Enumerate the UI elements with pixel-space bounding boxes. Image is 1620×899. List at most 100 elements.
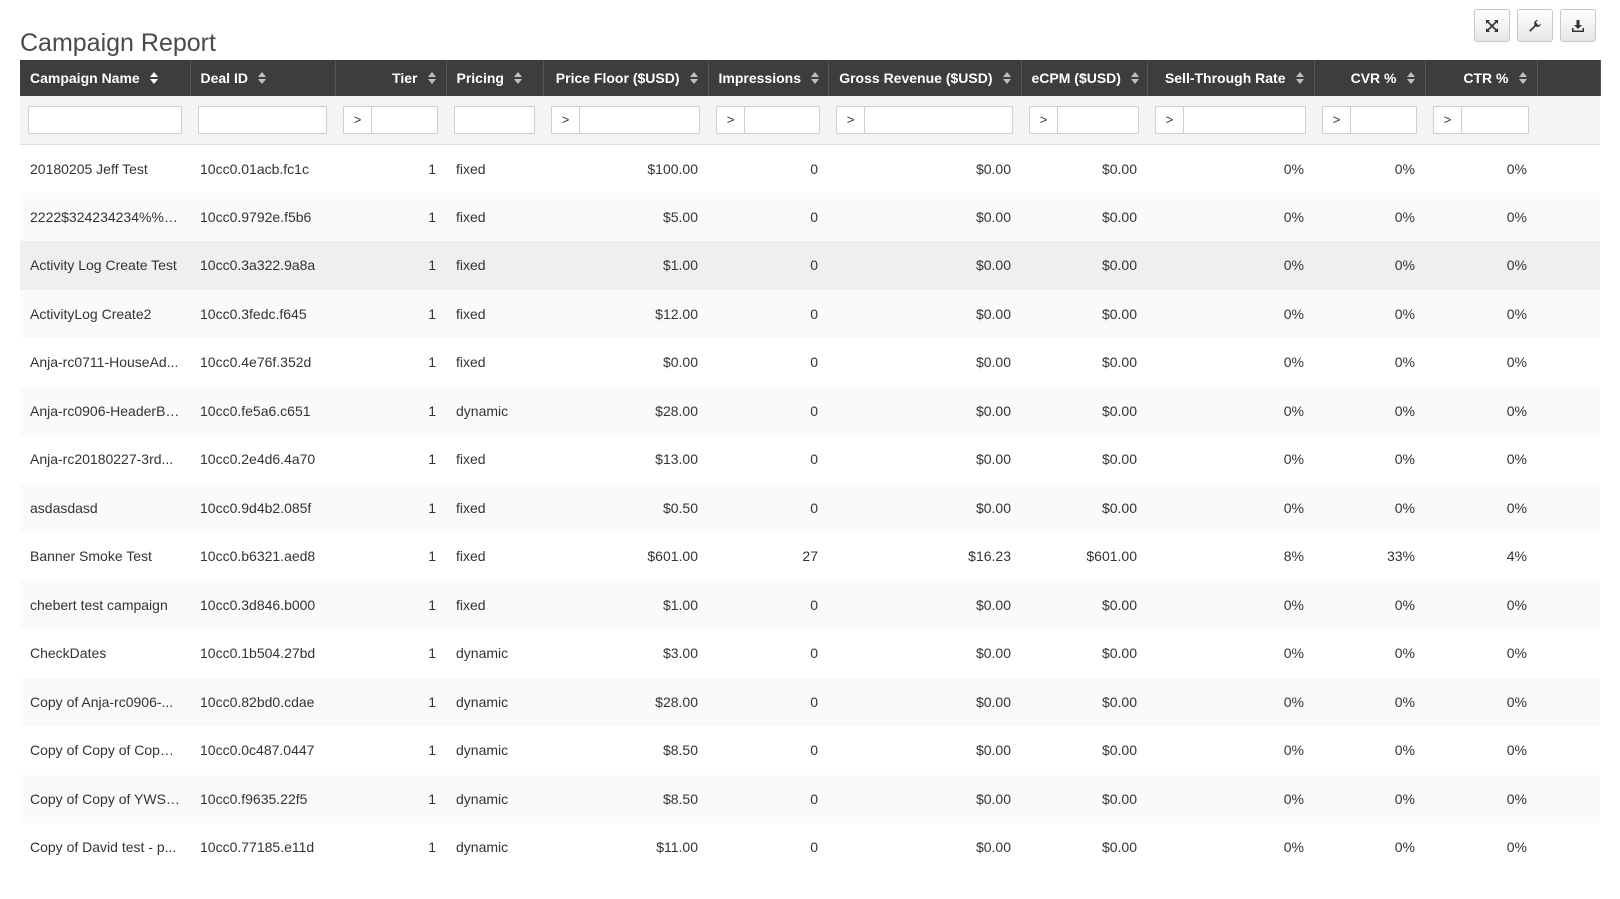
filter-cell bbox=[20, 96, 190, 145]
filter-input-impressions[interactable] bbox=[744, 105, 820, 134]
sort-icon[interactable] bbox=[1130, 72, 1139, 85]
cell-deal-id: 10cc0.1b504.27bd bbox=[190, 629, 335, 678]
cell-gross-revenue-usd: $0.00 bbox=[828, 338, 1021, 387]
table-row[interactable]: Banner Smoke Test 10cc0.b6321.aed8 1 fixed $… bbox=[20, 532, 1600, 581]
sort-icon[interactable] bbox=[1295, 72, 1304, 85]
sort-icon[interactable] bbox=[427, 72, 436, 85]
filter-input-pricing[interactable] bbox=[454, 105, 535, 134]
filter-input-price-floor-usd[interactable] bbox=[579, 105, 700, 134]
sort-icon[interactable] bbox=[1002, 72, 1011, 85]
table-row[interactable]: Copy of Copy of YWS-... 10cc0.f9635.22f5 1… bbox=[20, 774, 1600, 823]
fullscreen-button[interactable] bbox=[1474, 9, 1510, 42]
column-header-label: eCPM ($USD) bbox=[1031, 70, 1121, 86]
filter-operator-button[interactable]: > bbox=[716, 105, 744, 134]
row-filler bbox=[1537, 241, 1600, 290]
table-row[interactable]: chebert test campaign 10cc0.3d846.b000 1 fi… bbox=[20, 580, 1600, 629]
filter-input-cvr[interactable] bbox=[1350, 105, 1417, 134]
column-header-cvr[interactable]: CVR % bbox=[1314, 60, 1426, 96]
filter-input-tier[interactable] bbox=[371, 105, 438, 134]
column-header-gross-revenue-usd[interactable]: Gross Revenue ($USD) bbox=[828, 60, 1022, 96]
cell-impressions: 0 bbox=[708, 629, 828, 678]
filter-input-ecpm-usd[interactable] bbox=[1057, 105, 1139, 134]
table-row[interactable]: Copy of Anja-rc0906-... 10cc0.82bd0.cdae 1… bbox=[20, 677, 1600, 726]
sort-icon[interactable] bbox=[689, 72, 698, 85]
column-header-tier[interactable]: Tier bbox=[335, 60, 447, 96]
sort-icon[interactable] bbox=[1406, 72, 1415, 85]
sort-icon[interactable] bbox=[810, 72, 819, 85]
cell-pricing: fixed bbox=[446, 241, 543, 290]
row-filler bbox=[1537, 386, 1600, 435]
filter-input-ctr[interactable] bbox=[1461, 105, 1529, 134]
download-button[interactable] bbox=[1560, 9, 1596, 42]
header-filler bbox=[1537, 60, 1601, 96]
column-header-pricing[interactable]: Pricing bbox=[446, 60, 544, 96]
table-row[interactable]: Activity Log Create Test 10cc0.3a322.9a8a… bbox=[20, 241, 1600, 290]
table-row[interactable]: ActivityLog Create2 10cc0.3fedc.f645 1 fixe… bbox=[20, 289, 1600, 338]
filter-cell: > bbox=[1021, 96, 1147, 145]
cell-deal-id: 10cc0.4e76f.352d bbox=[190, 338, 335, 387]
column-header-label: Deal ID bbox=[200, 70, 248, 86]
cell-price-floor-usd: $8.50 bbox=[543, 774, 708, 823]
column-header-sell-through-rate[interactable]: Sell-Through Rate bbox=[1147, 60, 1315, 96]
cell-sell-through-rate: 0% bbox=[1147, 629, 1314, 678]
cell-cvr: 0% bbox=[1314, 629, 1425, 678]
filter-input-deal-id[interactable] bbox=[198, 105, 327, 134]
cell-impressions: 0 bbox=[708, 823, 828, 872]
table-row[interactable]: Copy of David test - p... 10cc0.77185.e11… bbox=[20, 823, 1600, 872]
cell-campaign-name: asdasdasd bbox=[20, 483, 190, 532]
table-row[interactable]: Copy of Copy of Copy ... 10cc0.0c487.0447… bbox=[20, 726, 1600, 775]
table-row[interactable]: Anja-rc20180227-3rd... 10cc0.2e4d6.4a70 1 f… bbox=[20, 435, 1600, 484]
table-row[interactable]: asdasdasd 10cc0.9d4b2.085f 1 fixed $0.50 0 $0.… bbox=[20, 483, 1600, 532]
cell-ecpm-usd: $0.00 bbox=[1021, 774, 1147, 823]
cell-price-floor-usd: $8.50 bbox=[543, 726, 708, 775]
table-row[interactable]: Anja-rc0906-HeaderBi... 10cc0.fe5a6.c651 1… bbox=[20, 386, 1600, 435]
sort-icon[interactable] bbox=[513, 72, 522, 85]
settings-button[interactable] bbox=[1517, 9, 1553, 42]
filter-operator-button[interactable]: > bbox=[836, 105, 864, 134]
filter-operator-button[interactable]: > bbox=[1155, 105, 1183, 134]
column-header-price-floor-usd[interactable]: Price Floor ($USD) bbox=[543, 60, 709, 96]
cell-price-floor-usd: $601.00 bbox=[543, 532, 708, 581]
column-header-ctr[interactable]: CTR % bbox=[1425, 60, 1538, 96]
cell-cvr: 0% bbox=[1314, 192, 1425, 241]
cell-cvr: 0% bbox=[1314, 726, 1425, 775]
cell-pricing: dynamic bbox=[446, 823, 543, 872]
table-row[interactable]: 2222$324234234%%P... 10cc0.9792e.f5b6 1 fix… bbox=[20, 192, 1600, 241]
filter-filler bbox=[1537, 96, 1600, 145]
cell-tier: 1 bbox=[335, 289, 446, 338]
column-header-campaign-name[interactable]: Campaign Name bbox=[20, 60, 191, 96]
filter-operator-button[interactable]: > bbox=[1433, 105, 1461, 134]
filter-operator-button[interactable]: > bbox=[1322, 105, 1350, 134]
filter-cell bbox=[190, 96, 335, 145]
sort-icon[interactable] bbox=[149, 72, 158, 85]
filter-input-sell-through-rate[interactable] bbox=[1183, 105, 1306, 134]
sort-icon[interactable] bbox=[1518, 72, 1527, 85]
cell-gross-revenue-usd: $0.00 bbox=[828, 192, 1021, 241]
cell-pricing: fixed bbox=[446, 435, 543, 484]
campaign-report-table: Campaign Name Deal ID Tier Pricing Price Flo… bbox=[20, 60, 1601, 872]
filter-operator-button[interactable]: > bbox=[1029, 105, 1057, 134]
column-header-ecpm-usd[interactable]: eCPM ($USD) bbox=[1021, 60, 1148, 96]
cell-tier: 1 bbox=[335, 629, 446, 678]
cell-deal-id: 10cc0.fe5a6.c651 bbox=[190, 386, 335, 435]
cell-tier: 1 bbox=[335, 386, 446, 435]
table-row[interactable]: Anja-rc0711-HouseAd... 10cc0.4e76f.352d 1 f… bbox=[20, 338, 1600, 387]
filter-operator-button[interactable]: > bbox=[343, 105, 371, 134]
cell-tier: 1 bbox=[335, 483, 446, 532]
filter-operator-button[interactable]: > bbox=[551, 105, 579, 134]
cell-campaign-name: Anja-rc0906-HeaderBi... bbox=[20, 386, 190, 435]
column-header-impressions[interactable]: Impressions bbox=[708, 60, 829, 96]
sort-icon[interactable] bbox=[257, 72, 266, 85]
table-row[interactable]: 20180205 Jeff Test 10cc0.01acb.fc1c 1 fixed… bbox=[20, 144, 1600, 193]
cell-ecpm-usd: $0.00 bbox=[1021, 144, 1147, 193]
cell-impressions: 0 bbox=[708, 774, 828, 823]
row-filler bbox=[1537, 774, 1600, 823]
filter-input-campaign-name[interactable] bbox=[28, 105, 182, 134]
cell-ctr: 0% bbox=[1425, 338, 1537, 387]
filter-input-gross-revenue-usd[interactable] bbox=[864, 105, 1013, 134]
table-row[interactable]: CheckDates 10cc0.1b504.27bd 1 dynamic $3.00 0… bbox=[20, 629, 1600, 678]
column-header-deal-id[interactable]: Deal ID bbox=[190, 60, 336, 96]
column-header-label: Pricing bbox=[456, 70, 504, 86]
row-filler bbox=[1537, 580, 1600, 629]
cell-impressions: 0 bbox=[708, 192, 828, 241]
